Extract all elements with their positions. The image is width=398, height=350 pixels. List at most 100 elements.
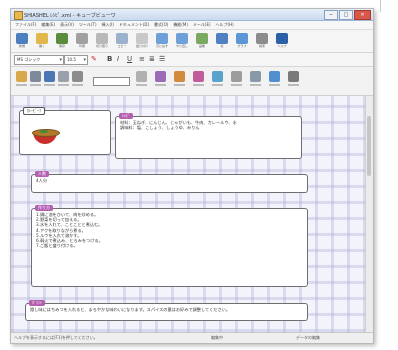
list-icon[interactable]: ☰ — [159, 55, 165, 64]
steps-card-tag: 作り方 — [35, 205, 53, 211]
object-tool-button[interactable] — [287, 71, 300, 89]
steps-text: 1.鍋に油をひいて、肉を炒める。 2.野菜を切って加える。 3.水を入れて、こと… — [32, 209, 307, 251]
object-tool-button[interactable] — [71, 71, 84, 89]
menu-file[interactable]: ファイル(F) — [15, 21, 36, 29]
toolbar-button-label: 新規 — [18, 44, 25, 48]
menu-format[interactable]: 書式(O) — [154, 21, 168, 29]
zoom-input[interactable] — [93, 77, 130, 86]
menu-mail[interactable]: メール(E) — [193, 21, 211, 29]
toolbar-button-label: 印刷 — [78, 44, 85, 48]
italic-button[interactable]: I — [117, 55, 119, 64]
people-card[interactable]: 人数 4人分 — [31, 171, 308, 193]
object-tool-icon — [269, 71, 280, 82]
object-tool-icon — [30, 71, 41, 82]
menu-help[interactable]: ヘルプ(H) — [216, 21, 234, 29]
object-tool-icon — [288, 71, 299, 82]
object-tool-button[interactable] — [173, 71, 186, 89]
object-tool-button[interactable] — [230, 71, 243, 89]
object-tool-button[interactable] — [154, 71, 167, 89]
font-select[interactable]: MS ゴシック — [14, 55, 64, 65]
toolbar-icon — [56, 33, 68, 44]
toolbar-icon — [176, 33, 188, 44]
toolbar-button-label: 表 — [220, 44, 224, 48]
scroll-thumb[interactable] — [367, 116, 371, 176]
object-tool-button[interactable] — [268, 71, 281, 89]
underline-button[interactable]: U — [127, 55, 132, 64]
toolbar-icon — [116, 33, 128, 44]
bold-button[interactable]: B — [107, 55, 112, 64]
memo-card[interactable]: ﾎﾟｲﾝﾄ 隠し味にはちみつを入れると、まろやかな味わいになります。スパイスの量… — [25, 300, 308, 321]
intro-card-tag: ﾚｼﾋﾟ — [119, 113, 133, 119]
toolbar-button[interactable]: グラフ — [235, 33, 249, 48]
menu-document[interactable]: ドキュメント(D) — [119, 21, 149, 29]
toolbar-button-label: グラフ — [237, 44, 247, 48]
minimize-button[interactable]: ─ — [324, 10, 338, 20]
object-tool-button[interactable] — [29, 71, 42, 89]
toolbar-button[interactable]: 画像 — [195, 33, 209, 48]
object-tool-label — [193, 84, 204, 86]
toolbar-button[interactable]: 検索 — [255, 33, 269, 48]
object-tool-button[interactable] — [15, 71, 28, 89]
memo-card-tag: ﾎﾟｲﾝﾄ — [29, 300, 45, 306]
soup-bowl-image — [29, 127, 61, 145]
window-title: SHIASHEL ﾚｼﾋﾟ.xml - キューブビューワ — [24, 13, 116, 19]
toolbar-button[interactable]: コピー — [115, 33, 129, 48]
menu-tools[interactable]: ツール(T) — [79, 21, 97, 29]
object-tool-label — [136, 84, 147, 86]
object-tool-icon — [16, 71, 27, 82]
toolbar-button[interactable]: 印刷 — [75, 33, 89, 48]
object-tool-icon — [193, 71, 204, 82]
object-tool-icon — [231, 71, 242, 82]
align-left-icon[interactable]: ≡ — [139, 55, 145, 64]
menu-insert[interactable]: 挿入(I) — [102, 21, 114, 29]
menu-view[interactable]: 表示(V) — [60, 21, 74, 29]
toolbar-button[interactable]: 新規 — [15, 33, 29, 48]
format-toolbar: MS ゴシック 10.5 B I U ✎ ≡ ≣ ☰ — [11, 53, 373, 67]
close-button[interactable]: ✕ — [354, 10, 371, 20]
object-tool-icon — [212, 71, 223, 82]
status-left: ヘルプを表示するには[F1]を押してください。 — [14, 335, 98, 340]
align-center-icon[interactable]: ≣ — [149, 55, 155, 64]
object-tool-icon — [72, 71, 83, 82]
toolbar-icon — [156, 33, 168, 44]
toolbar-button[interactable]: ヘルプ — [275, 33, 289, 48]
toolbar-button[interactable]: 開く — [35, 33, 49, 48]
menu-function[interactable]: 機能(M) — [173, 21, 188, 29]
document-canvas[interactable]: ｶﾚｰﾋﾞｰﾌ ﾚｼﾋﾟ 材料：玉ねぎ、にんじん、じゃがいも、牛肉、カレールウ、… — [11, 96, 366, 332]
vertical-scrollbar[interactable] — [365, 96, 373, 332]
toolbar-button-label: コピー — [117, 44, 127, 48]
object-tool-button[interactable] — [57, 71, 70, 89]
object-tool-button[interactable] — [211, 71, 224, 89]
status-right: データの編集 — [296, 335, 320, 340]
toolbar-button[interactable]: 保存 — [55, 33, 69, 48]
toolbar-button[interactable]: 元に戻す — [155, 33, 169, 48]
object-tool-button[interactable] — [43, 71, 56, 89]
toolbar-icon — [276, 33, 288, 44]
title-card[interactable]: ｶﾚｰﾋﾞｰﾌ — [19, 107, 111, 155]
toolbar-button[interactable]: 表 — [215, 33, 229, 48]
people-text: 4人分 — [36, 178, 48, 183]
menu-edit[interactable]: 編集(E) — [41, 21, 55, 29]
object-tool-label — [155, 84, 166, 86]
object-toolbar — [11, 67, 373, 96]
maximize-button[interactable]: □ — [339, 10, 353, 20]
size-select[interactable]: 10.5 — [64, 55, 88, 65]
toolbar-button-label: ヘルプ — [277, 44, 287, 48]
object-tool-button[interactable] — [135, 71, 148, 89]
toolbar-button[interactable]: やり直し — [175, 33, 189, 48]
title-card-tag: ｶﾚｰﾋﾞｰﾌ — [23, 107, 45, 115]
toolbar-icon — [16, 33, 28, 44]
toolbar-button[interactable]: 貼り付け — [135, 33, 149, 48]
object-tool-button[interactable] — [192, 71, 205, 89]
intro-card[interactable]: ﾚｼﾋﾟ 材料：玉ねぎ、にんじん、じゃがいも、牛肉、カレールウ、水 調味料：塩、… — [115, 113, 302, 159]
background-line — [380, 0, 381, 12]
object-tool-button[interactable] — [249, 71, 262, 89]
object-tool-label — [174, 84, 185, 86]
object-tool-label — [44, 84, 55, 86]
color-icon[interactable]: ✎ — [91, 55, 97, 64]
toolbar-icon — [236, 33, 248, 44]
toolbar-button-label: 開く — [38, 44, 45, 48]
steps-card[interactable]: 作り方 1.鍋に油をひいて、肉を炒める。 2.野菜を切って加える。 3.水を入れ… — [31, 205, 308, 287]
object-tool-label — [250, 84, 261, 86]
toolbar-button[interactable]: 切り取り — [95, 33, 109, 48]
